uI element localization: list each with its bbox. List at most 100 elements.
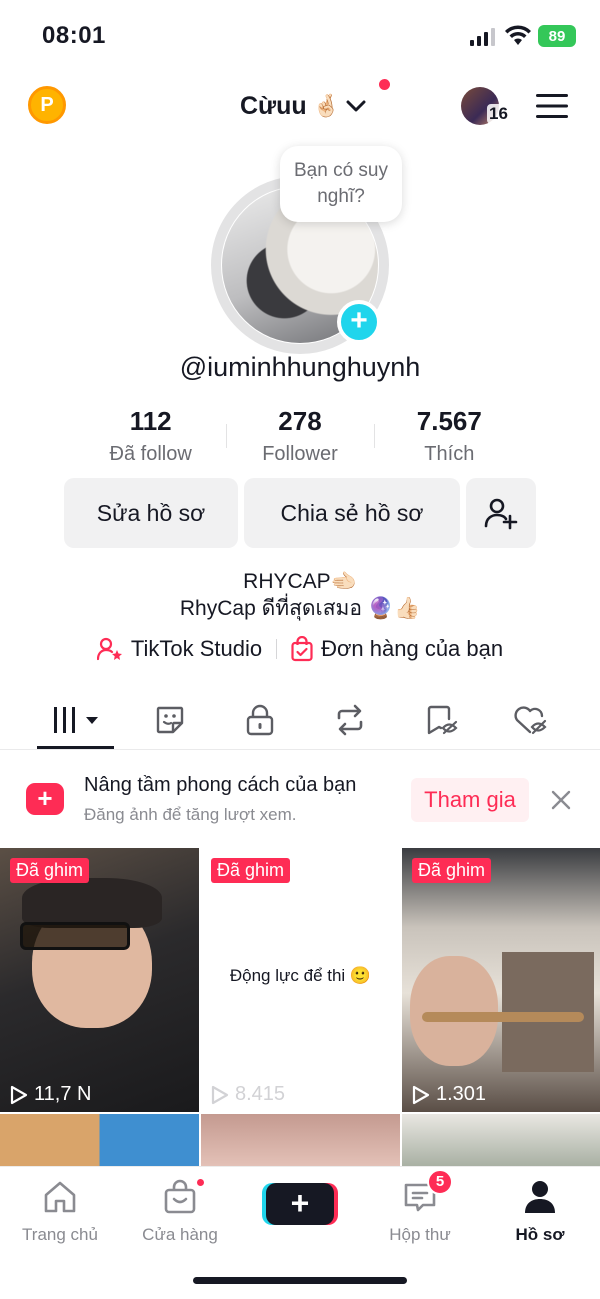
share-profile-button[interactable]: Chia sẻ hồ sơ	[244, 478, 460, 548]
nav-label: Trang chủ	[22, 1225, 98, 1244]
menu-icon[interactable]	[536, 93, 568, 119]
orders-link[interactable]: Đơn hàng của bạn	[291, 636, 503, 662]
close-icon[interactable]	[550, 789, 572, 811]
thumbnail-face	[410, 956, 498, 1066]
lock-icon	[246, 704, 274, 736]
video-thumbnail[interactable]: Đã ghim 11,7 N	[0, 848, 199, 1112]
view-count-value: 11,7 N	[34, 1083, 92, 1105]
stat-following[interactable]: 112 Đã follow	[76, 406, 225, 466]
hand-emoji: 🤞🏻	[312, 93, 341, 118]
tab-videos[interactable]	[52, 702, 104, 738]
tab-saved[interactable]	[422, 702, 462, 738]
orders-label: Đơn hàng của bạn	[321, 636, 504, 661]
view-count: 8.415	[211, 1083, 285, 1106]
join-button[interactable]: Tham gia	[411, 778, 529, 822]
nav-home[interactable]: Trang chủ	[5, 1177, 115, 1245]
home-indicator	[193, 1277, 407, 1284]
stat-followers[interactable]: 278 Follower	[225, 406, 374, 466]
stat-divider	[226, 424, 227, 448]
nav-label: Cửa hàng	[142, 1225, 218, 1244]
stat-value: 278	[278, 406, 322, 436]
video-thumbnail[interactable]: Đã ghim 1.301	[402, 848, 600, 1112]
status-bar: 08:01 89	[0, 0, 600, 72]
add-user-icon	[484, 498, 518, 530]
stat-label: Follower	[262, 443, 338, 465]
home-icon	[5, 1177, 115, 1217]
shop-notification-dot	[195, 1177, 206, 1188]
bio: RHYCAP🫲🏻 RhyCap ดีที่สุดเสมอ 🔮👍🏻	[0, 568, 600, 622]
status-time: 08:01	[42, 22, 106, 49]
tab-stickers[interactable]	[150, 702, 190, 738]
nav-inbox[interactable]: 5 Hộp thư	[365, 1169, 475, 1245]
grid-icon	[54, 707, 98, 733]
tab-reposts[interactable]	[330, 702, 370, 738]
tiktok-studio-link[interactable]: TikTok Studio	[96, 636, 263, 662]
nav-shop[interactable]: Cửa hàng	[125, 1177, 235, 1245]
add-photo-icon: +	[26, 783, 64, 815]
thought-bubble-text: Bạn có suy nghĩ?	[294, 160, 388, 207]
add-avatar-icon[interactable]: +	[337, 300, 381, 344]
play-icon	[211, 1085, 229, 1104]
promo-banner: + Nâng tầm phong cách của bạn Đăng ảnh đ…	[0, 752, 600, 846]
notification-dot	[379, 79, 390, 90]
bio-line: RhyCap ดีที่สุดเสมอ 🔮👍🏻	[179, 597, 421, 620]
add-friend-button[interactable]	[466, 478, 536, 548]
username: @iuminhhunghuynh	[179, 352, 421, 382]
stat-value: 7.567	[416, 406, 482, 436]
account-switcher[interactable]: Cừuu 🤞🏻	[240, 86, 366, 126]
repost-icon	[337, 704, 363, 736]
link-divider	[276, 639, 278, 659]
shopping-bag-icon	[291, 636, 313, 662]
profile-links: TikTok Studio Đơn hàng của bạn	[0, 636, 600, 662]
banner-title: Nâng tầm phong cách của bạn	[84, 774, 357, 796]
thumbnail-stick	[422, 1012, 584, 1022]
bookmark-hidden-icon	[427, 705, 458, 735]
stat-divider	[374, 424, 375, 448]
view-count: 11,7 N	[10, 1083, 91, 1106]
shop-icon	[125, 1177, 235, 1217]
bio-line: RHYCAP🫲🏻	[243, 570, 357, 593]
inbox-icon: 5	[365, 1169, 475, 1217]
tiktok-studio-label: TikTok Studio	[130, 636, 263, 661]
profile-tabs	[0, 694, 600, 750]
thumbnail-sunglasses	[20, 922, 130, 950]
thought-bubble[interactable]: Bạn có suy nghĩ?	[280, 146, 402, 222]
thumbnail-hair	[22, 878, 162, 928]
banner-subtitle: Đăng ảnh để tăng lượt xem.	[84, 805, 297, 824]
nav-label: Hộp thư	[389, 1225, 451, 1244]
video-thumbnail[interactable]: Đã ghim Động lực để thi 🙂 8.415	[201, 848, 400, 1112]
edit-profile-button[interactable]: Sửa hồ sơ	[64, 478, 238, 548]
pinned-badge: Đã ghim	[211, 858, 291, 883]
view-count-value: 8.415	[235, 1083, 286, 1105]
stat-value: 112	[129, 406, 172, 436]
inbox-badge: 5	[427, 1169, 453, 1195]
wifi-icon	[505, 25, 531, 45]
studio-user-icon	[96, 637, 122, 661]
chevron-down-icon	[346, 100, 366, 112]
video-grid: Đã ghim 11,7 N Đã ghim Động lực để thi 🙂…	[0, 848, 600, 1168]
pinned-badge: Đã ghim	[10, 858, 90, 883]
sticker-icon	[156, 706, 184, 734]
tab-liked[interactable]	[510, 702, 550, 738]
stat-label: Đã follow	[109, 443, 192, 465]
active-tab-indicator	[37, 746, 114, 749]
tab-private[interactable]	[240, 702, 280, 738]
profile-stats: 112 Đã follow 278 Follower 7.567 Thích	[76, 406, 524, 466]
play-icon	[10, 1085, 28, 1104]
heart-hidden-icon	[514, 706, 547, 735]
video-caption: Động lực để thi 🙂	[229, 966, 372, 985]
stat-likes[interactable]: 7.567 Thích	[375, 406, 524, 466]
view-count-value: 1.301	[436, 1083, 487, 1105]
battery-icon: 89	[538, 25, 576, 47]
battery-level: 89	[548, 27, 566, 45]
coin-icon[interactable]: P	[28, 86, 66, 124]
pinned-badge: Đã ghim	[412, 858, 492, 883]
video-thumbnail[interactable]	[201, 1114, 400, 1168]
stat-label: Thích	[424, 443, 475, 465]
nav-label: Hồ sơ	[515, 1225, 565, 1244]
video-thumbnail[interactable]	[402, 1114, 600, 1168]
account-name: Cừuu	[240, 91, 307, 120]
video-thumbnail[interactable]	[0, 1114, 199, 1168]
nav-profile[interactable]: Hồ sơ	[485, 1177, 595, 1245]
create-button[interactable]: +	[266, 1183, 334, 1225]
